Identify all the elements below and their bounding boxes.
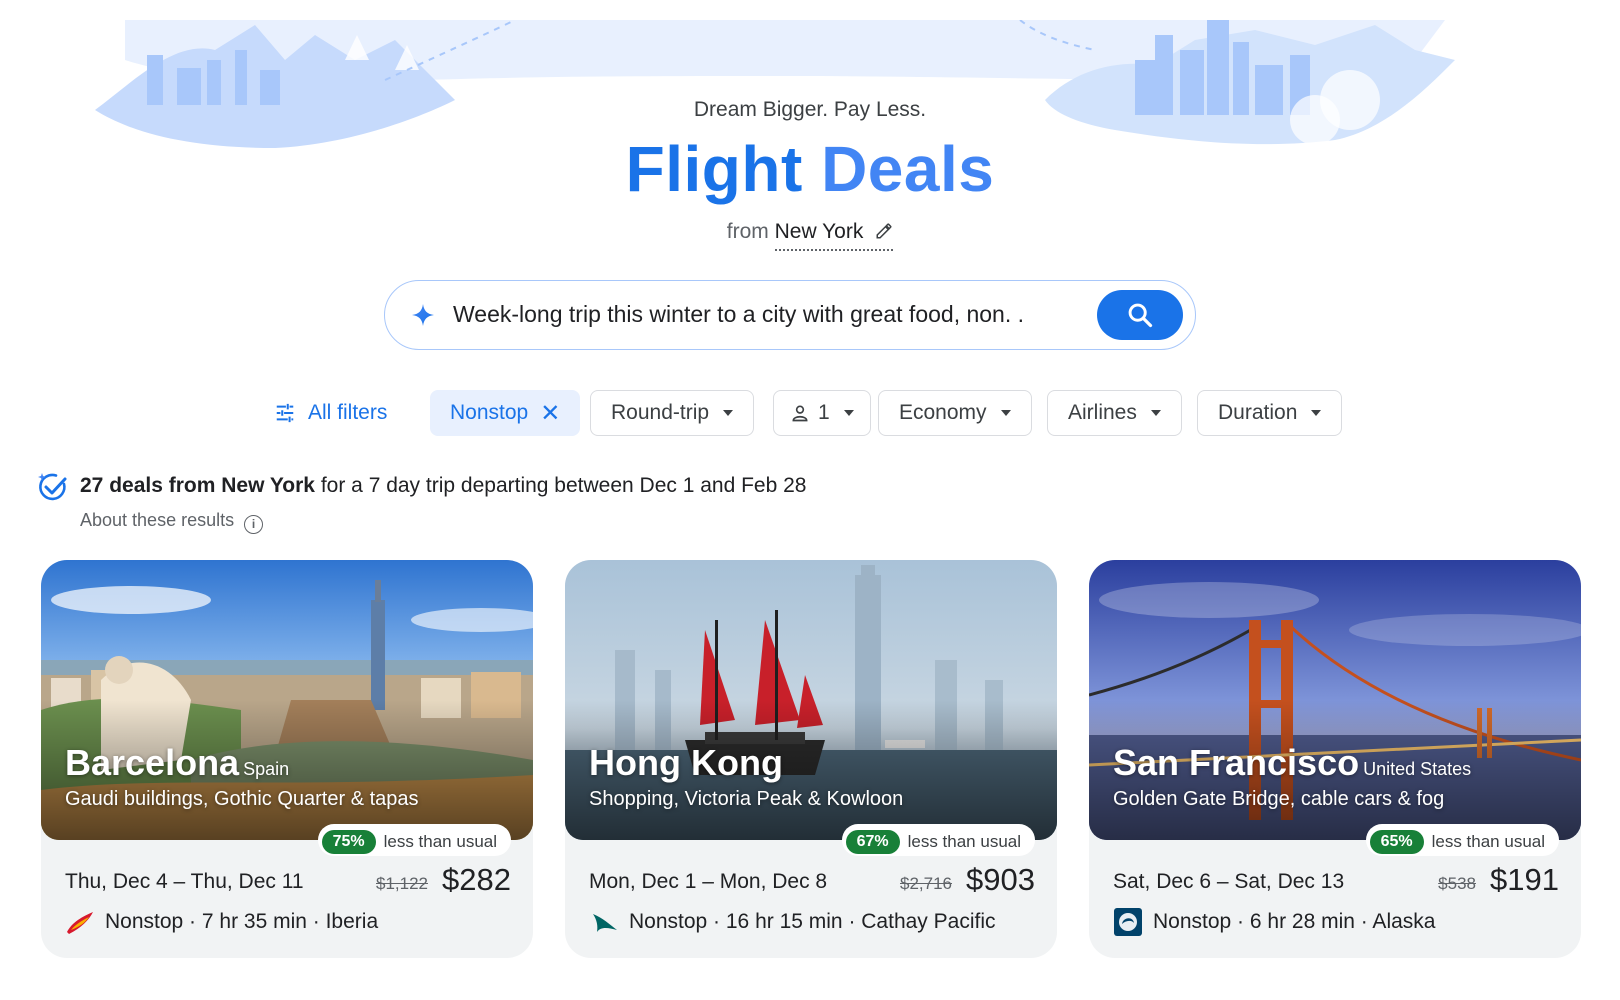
discount-label: less than usual bbox=[1431, 831, 1545, 851]
trip-type-label: Round-trip bbox=[611, 401, 710, 424]
flight-info: Nonstop · 7 hr 35 min · Iberia bbox=[105, 910, 379, 933]
destination-city: Hong Kong bbox=[589, 742, 787, 784]
close-icon[interactable]: ✕ bbox=[540, 399, 560, 428]
airlines-label: Airlines bbox=[1068, 401, 1137, 424]
city-name: Barcelona bbox=[65, 742, 240, 783]
caret-down-icon bbox=[1150, 410, 1161, 416]
search-button[interactable] bbox=[1097, 290, 1183, 340]
city-name: San Francisco bbox=[1113, 742, 1360, 783]
deal-price: $903 bbox=[966, 862, 1035, 897]
discount-badge: 67% less than usual bbox=[841, 824, 1035, 856]
airlines-dropdown[interactable]: Airlines bbox=[1047, 390, 1182, 436]
destination-highlights: Golden Gate Bridge, cable cars & fog bbox=[1113, 788, 1445, 810]
discount-badge: 75% less than usual bbox=[317, 824, 511, 856]
caret-down-icon bbox=[1000, 410, 1011, 416]
flight-details: Nonstop · 7 hr 35 min · Iberia bbox=[65, 908, 378, 936]
trip-dates: Mon, Dec 1 – Mon, Dec 8 bbox=[589, 870, 828, 893]
passengers-count: 1 bbox=[818, 401, 830, 424]
caret-down-icon bbox=[843, 410, 854, 416]
cabin-dropdown[interactable]: Economy bbox=[878, 390, 1032, 436]
all-filters-label: All filters bbox=[308, 401, 388, 424]
destination-city: Barcelona Spain bbox=[65, 742, 289, 784]
discount-percent: 75% bbox=[321, 829, 376, 854]
origin-city: New York bbox=[774, 220, 864, 243]
discount-badge: 65% less than usual bbox=[1365, 824, 1559, 856]
search-input[interactable]: Week-long trip this winter to a city wit… bbox=[453, 301, 1024, 328]
flight-details: Nonstop · 6 hr 28 min · Alaska bbox=[1113, 908, 1435, 936]
origin-city-link[interactable]: New York bbox=[774, 220, 894, 251]
about-results-label: About these results bbox=[80, 510, 235, 530]
caret-down-icon bbox=[1311, 410, 1322, 416]
original-price: $1,122 bbox=[376, 874, 428, 893]
discount-percent: 65% bbox=[1369, 829, 1424, 854]
pencil-icon bbox=[876, 223, 892, 239]
info-icon: i bbox=[244, 515, 264, 534]
search-bar[interactable]: Week-long trip this winter to a city wit… bbox=[384, 280, 1196, 350]
verified-check-icon bbox=[38, 473, 67, 501]
cabin-label: Economy bbox=[899, 401, 987, 424]
deal-card-hong-kong[interactable]: Hong Kong Shopping, Victoria Peak & Kowl… bbox=[565, 560, 1057, 958]
filter-bar: All filters Nonstop ✕ Round-trip 1 Econo… bbox=[0, 390, 1620, 436]
results-count: 27 deals from New York bbox=[80, 474, 315, 497]
hero-banner: Dream Bigger. Pay Less. Flight Deals fro… bbox=[0, 0, 1620, 260]
destination-highlights: Shopping, Victoria Peak & Kowloon bbox=[589, 788, 904, 810]
tune-icon bbox=[276, 403, 294, 423]
duration-dropdown[interactable]: Duration bbox=[1197, 390, 1343, 436]
tagline: Dream Bigger. Pay Less. bbox=[693, 98, 927, 121]
about-results-link[interactable]: About these results i bbox=[80, 510, 264, 534]
passengers-dropdown[interactable]: 1 bbox=[773, 390, 871, 436]
person-icon bbox=[792, 405, 808, 422]
country-name: United States bbox=[1363, 759, 1472, 779]
deal-card-barcelona[interactable]: Barcelona Spain Gaudi buildings, Gothic Q… bbox=[41, 560, 533, 958]
title-word-1: Flight bbox=[625, 133, 803, 205]
sparkle-icon bbox=[412, 304, 434, 326]
all-filters-button[interactable]: All filters bbox=[264, 390, 408, 436]
trip-dates: Sat, Dec 6 – Sat, Dec 13 bbox=[1113, 870, 1345, 893]
trip-type-dropdown[interactable]: Round-trip bbox=[590, 390, 755, 436]
alaska-logo-icon bbox=[1114, 908, 1142, 936]
discount-label: less than usual bbox=[907, 831, 1021, 851]
deal-card-san-francisco[interactable]: San Francisco United States Golden Gate B… bbox=[1089, 560, 1581, 958]
results-count-line: 27 deals from New York for a 7 day trip … bbox=[80, 474, 806, 498]
nonstop-chip[interactable]: Nonstop ✕ bbox=[430, 390, 581, 436]
deal-price: $191 bbox=[1490, 862, 1559, 897]
from-label: from bbox=[726, 220, 769, 243]
title-word-2: Deals bbox=[821, 133, 995, 205]
trip-dates: Thu, Dec 4 – Thu, Dec 11 bbox=[65, 870, 304, 893]
search-icon bbox=[1128, 303, 1153, 328]
cathay-pacific-logo-icon bbox=[593, 914, 617, 932]
results-description: for a 7 day trip departing between Dec 1… bbox=[315, 474, 807, 497]
page-title: Flight Deals bbox=[0, 132, 1620, 206]
nonstop-label: Nonstop bbox=[450, 401, 529, 424]
destination-city: San Francisco United States bbox=[1113, 742, 1471, 784]
caret-down-icon bbox=[723, 410, 734, 416]
origin-selector: from New York bbox=[0, 220, 1620, 251]
destination-highlights: Gaudi buildings, Gothic Quarter & tapas bbox=[65, 788, 419, 810]
country-name: Spain bbox=[243, 759, 290, 779]
duration-label: Duration bbox=[1218, 401, 1298, 424]
discount-percent: 67% bbox=[845, 829, 900, 854]
discount-label: less than usual bbox=[383, 831, 497, 851]
deal-price: $282 bbox=[442, 862, 511, 897]
iberia-logo-icon bbox=[67, 912, 93, 934]
flight-info: Nonstop · 6 hr 28 min · Alaska bbox=[1153, 910, 1436, 933]
flight-details: Nonstop · 16 hr 15 min · Cathay Pacific bbox=[589, 908, 996, 936]
city-name: Hong Kong bbox=[589, 742, 783, 783]
flight-info: Nonstop · 16 hr 15 min · Cathay Pacific bbox=[629, 910, 996, 933]
original-price: $538 bbox=[1438, 874, 1476, 893]
original-price: $2,716 bbox=[900, 874, 952, 893]
